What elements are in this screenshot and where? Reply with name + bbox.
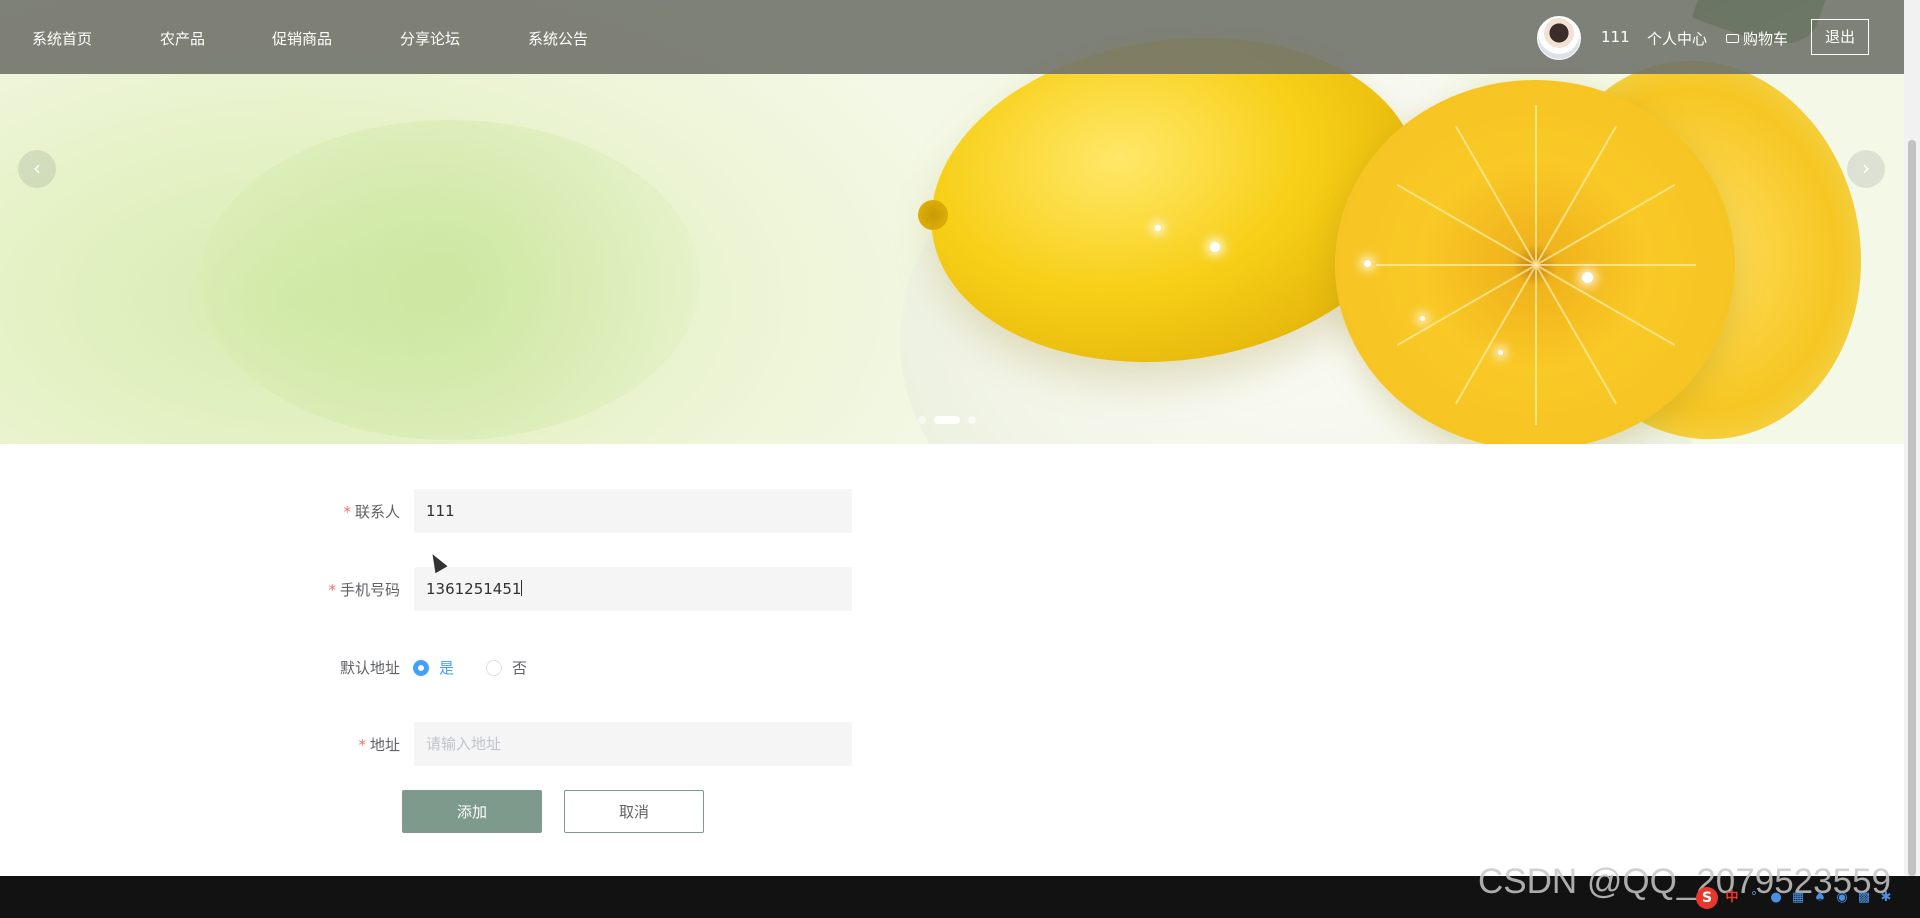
cart-link[interactable]: 购物车 <box>1726 28 1788 49</box>
radio-default-yes[interactable]: 是 <box>413 657 454 678</box>
nav-item-products[interactable]: 农产品 <box>160 28 205 49</box>
username: 111 <box>1601 28 1630 46</box>
nav-item-promotions[interactable]: 促销商品 <box>272 28 332 49</box>
text-caret <box>521 580 523 596</box>
page-scrollbar[interactable] <box>1904 0 1920 876</box>
scrollbar-thumb[interactable] <box>1908 140 1916 876</box>
ime-mode-icon[interactable]: 中 <box>1724 890 1740 906</box>
radio-checked-icon <box>413 659 429 676</box>
form-row-contact: * 联系人 111 <box>0 489 900 533</box>
cancel-button[interactable]: 取消 <box>564 790 704 833</box>
carousel-indicators <box>918 416 976 424</box>
add-button[interactable]: 添加 <box>402 790 542 833</box>
clothes-icon[interactable]: ♠ <box>1812 890 1828 906</box>
nav-item-home[interactable]: 系统首页 <box>32 28 92 49</box>
carousel-indicator[interactable] <box>918 416 926 424</box>
phone-label: * 手机号码 <box>328 581 400 599</box>
top-nav: 系统首页 农产品 促销商品 分享论坛 系统公告 111 个人中心 购物车 退出 <box>0 0 1904 74</box>
banner-lemon-half-front <box>1335 80 1735 444</box>
default-address-label: 默认地址 <box>339 659 400 677</box>
radio-unchecked-icon <box>486 659 502 676</box>
carousel-indicator[interactable] <box>934 416 960 424</box>
cart-icon <box>1726 34 1739 43</box>
system-tray: S 中 ° ● ▦ ♠ ◉ ▩ ✱ <box>1696 887 1894 909</box>
carousel-indicator[interactable] <box>968 416 976 424</box>
nav-item-forum[interactable]: 分享论坛 <box>400 28 460 49</box>
microphone-icon[interactable]: ● <box>1768 890 1784 906</box>
form-row-default-address: 默认地址 是 否 <box>0 645 900 689</box>
radio-default-no[interactable]: 否 <box>486 657 527 678</box>
carousel-prev-button[interactable]: ‹ <box>18 150 56 188</box>
carousel-next-button[interactable]: › <box>1847 150 1885 188</box>
avatar[interactable] <box>1537 16 1581 60</box>
grid-icon[interactable]: ▩ <box>1856 890 1872 906</box>
ime-logo-icon[interactable]: S <box>1696 887 1718 909</box>
phone-input[interactable]: 1361251451 <box>414 567 852 611</box>
form-row-phone: * 手机号码 1361251451 <box>0 567 900 611</box>
address-input[interactable]: 请输入地址 <box>414 722 852 766</box>
address-label: * 地址 <box>358 736 400 754</box>
phone-value: 1361251451 <box>426 580 522 598</box>
keyboard-icon[interactable]: ▦ <box>1790 890 1806 906</box>
logout-button[interactable]: 退出 <box>1811 19 1869 55</box>
form-row-address: * 地址 请输入地址 <box>0 722 900 766</box>
settings-icon[interactable]: ✱ <box>1878 890 1894 906</box>
contact-label: * 联系人 <box>343 503 400 521</box>
cart-label: 购物车 <box>1743 30 1789 48</box>
punctuation-icon[interactable]: ° <box>1746 890 1762 906</box>
nav-item-announcements[interactable]: 系统公告 <box>528 28 588 49</box>
contact-input[interactable]: 111 <box>414 489 852 533</box>
gamepad-icon[interactable]: ◉ <box>1834 890 1850 906</box>
page: ‹ › 系统首页 农产品 促销商品 分享论坛 系统公告 111 个人中心 购物车… <box>0 0 1920 918</box>
profile-link[interactable]: 个人中心 <box>1647 28 1707 49</box>
